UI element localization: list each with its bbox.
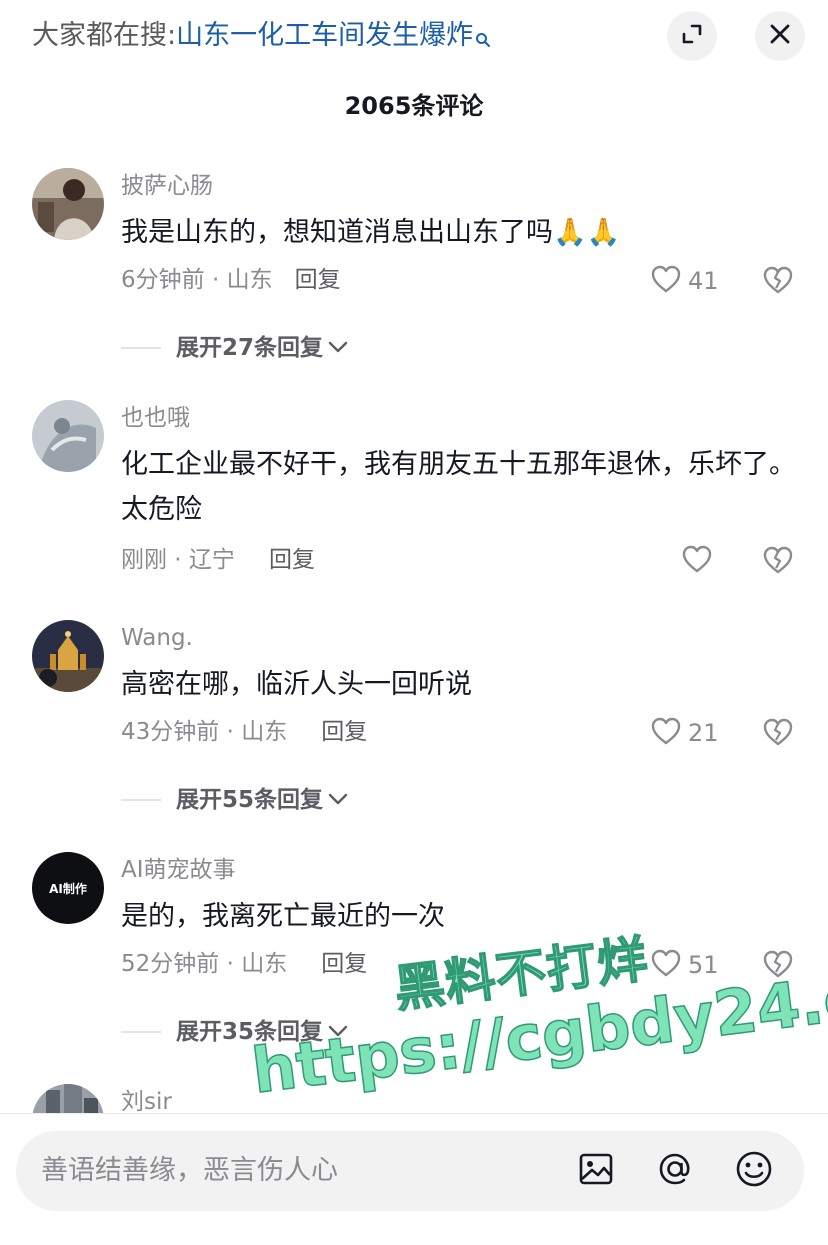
comment-input-placeholder: 善语结善缘，恶言伤人心 [41,1155,338,1186]
search-icon [475,20,491,60]
comment-username[interactable]: 披萨心肠 [121,170,213,202]
broken-heart-icon [761,546,795,580]
divider-line [121,799,161,801]
comment-username[interactable]: 也也哦 [121,402,190,434]
comment-username[interactable]: AI萌宠故事 [121,854,236,886]
chevron-down-icon [327,339,349,359]
close-button[interactable] [755,11,805,61]
mention-button[interactable] [655,1151,695,1191]
dislike-button[interactable] [761,544,795,580]
expand-replies-button[interactable]: 展开55条回复 [121,784,349,816]
avatar-label: AI制作 [49,881,87,896]
search-term-link[interactable]: 山东一化工车间发生爆炸 [176,20,473,51]
comment-meta: 43分钟前 · 山东 回复 [121,716,367,748]
comment-time-location: 6分钟前 · 山东 [121,267,273,293]
search-prefix: 大家都在搜: [32,20,177,51]
emoji-button[interactable] [734,1151,774,1191]
broken-heart-icon [761,266,795,300]
heart-icon [650,716,682,750]
comment-meta: 52分钟前 · 山东 回复 [121,948,367,980]
comment-count-title: 2065条评论 [344,92,484,120]
comment-text: 化工企业最不好干，我有朋友五十五那年退休，乐坏了。太危险 [121,449,796,525]
like-button[interactable]: 41 [650,264,719,298]
heart-icon [681,544,713,578]
reply-button[interactable]: 回复 [321,951,367,977]
avatar[interactable] [32,1084,104,1113]
comment-input[interactable]: 善语结善缘，恶言伤人心 [16,1131,804,1211]
reply-button[interactable]: 回复 [295,267,341,293]
comment-time-location: 52分钟前 · 山东 [121,951,288,977]
top-search-bar: 大家都在搜:山东一化工车间发生爆炸 [0,0,828,72]
comment-time-location: 刚刚 · 辽宁 [121,547,235,573]
reply-button[interactable]: 回复 [321,719,367,745]
expand-replies-button[interactable]: 展开27条回复 [121,332,349,364]
avatar[interactable] [32,168,104,240]
comment-username[interactable]: Wang. [121,622,193,654]
reply-button[interactable]: 回复 [269,547,315,573]
expand-replies-label: 展开27条回复 [176,335,324,361]
heart-icon [650,948,682,982]
close-icon [768,22,792,50]
dislike-button[interactable] [761,716,795,752]
comment-meta: 6分钟前 · 山东 回复 [121,264,341,296]
emoji-icon [734,1149,774,1193]
avatar[interactable] [32,620,104,692]
expand-replies-label: 展开55条回复 [176,787,324,813]
heart-icon [650,264,682,298]
avatar[interactable] [32,400,104,472]
comment-meta: 刚刚 · 辽宁 回复 [121,544,315,576]
like-button[interactable]: 21 [650,716,719,750]
like-count: 41 [688,267,719,295]
comment-time-location: 43分钟前 · 山东 [121,719,288,745]
comment-text: 高密在哪，临沂人头一回听说 [121,669,472,700]
avatar[interactable]: AI制作 [32,852,104,924]
collapse-button[interactable] [667,11,717,61]
divider-line [121,347,161,349]
comment-text: 是的，我离死亡最近的一次 [121,901,445,932]
comment-username[interactable]: 刘sir [121,1086,172,1113]
broken-heart-icon [761,718,795,752]
trending-search-hint[interactable]: 大家都在搜:山东一化工车间发生爆炸 [32,16,491,60]
dislike-button[interactable] [761,264,795,300]
like-button[interactable]: 51 [650,948,719,982]
collapse-icon [680,22,704,50]
divider [0,1113,828,1114]
like-count: 21 [688,719,719,747]
comment-text: 我是山东的，想知道消息出山东了吗🙏🙏 [121,217,621,248]
like-button[interactable] [681,544,713,578]
image-button[interactable] [576,1151,616,1191]
at-icon [656,1150,694,1192]
divider-line [121,1031,161,1033]
like-count: 51 [688,951,719,979]
image-icon [578,1151,614,1191]
comment-item: 刘sir [0,1084,828,1113]
chevron-down-icon [327,791,349,811]
